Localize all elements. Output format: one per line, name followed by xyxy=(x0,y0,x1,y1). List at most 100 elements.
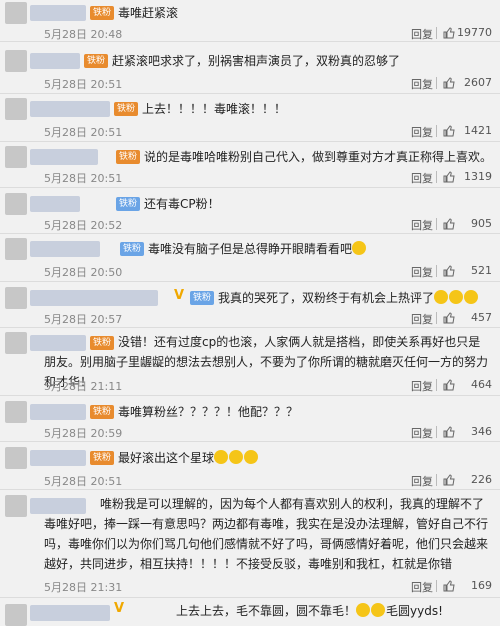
thumbs-up-icon[interactable] xyxy=(443,580,455,592)
comment-item: V 上去上去，毛不靠圆，圆不靠毛！ 毛圆yyds! xyxy=(0,598,500,626)
timestamp: 5月28日 20:51 xyxy=(44,172,123,185)
comment-text: 上去！！！！毒唯滚！！！ xyxy=(142,102,287,116)
reply-button[interactable]: 回复 xyxy=(411,170,433,186)
avatar[interactable] xyxy=(5,193,27,215)
username[interactable] xyxy=(30,101,110,117)
divider xyxy=(436,265,437,277)
reply-button[interactable]: 回复 xyxy=(411,124,433,140)
comment-text: 最好滚出这个星球 xyxy=(118,448,259,468)
username[interactable] xyxy=(30,290,158,306)
crying-emoji-icon xyxy=(214,450,229,464)
timestamp: 5月28日 20:51 xyxy=(44,475,123,488)
verified-icon: V xyxy=(114,601,125,616)
thumbs-up-icon[interactable] xyxy=(443,27,455,39)
comment-item: 铁粉 毒唯赶紧滚 5月28日 20:48 回复 19770 xyxy=(0,0,500,42)
avatar[interactable] xyxy=(5,2,27,24)
crying-emoji-icon xyxy=(229,450,244,464)
thumbs-up-icon[interactable] xyxy=(443,171,455,183)
avatar[interactable] xyxy=(5,287,27,309)
crying-emoji-icon xyxy=(434,290,449,304)
comment-item: 唯粉我是可以理解的，因为每个人都有喜欢别人的权利，我真的理解不了毒唯好吧，捧一踩… xyxy=(0,490,500,598)
thumbs-up-icon[interactable] xyxy=(443,312,455,324)
reply-button[interactable]: 回复 xyxy=(411,425,433,441)
comment-item: 铁粉 毒唯没有脑子但是总得睁开眼睛看看吧 5月28日 20:50 回复 521 xyxy=(0,234,500,282)
comment-item: 铁粉 赶紧滚吧求求了，别祸害相声演员了，双粉真的忍够了 5月28日 20:51 … xyxy=(0,42,500,94)
like-count: 464 xyxy=(471,378,492,391)
reply-button[interactable]: 回复 xyxy=(411,76,433,92)
thumbs-up-icon[interactable] xyxy=(443,379,455,391)
divider xyxy=(436,426,437,438)
timestamp: 5月28日 20:51 xyxy=(44,126,123,139)
avatar[interactable] xyxy=(5,401,27,423)
timestamp: 5月28日 20:57 xyxy=(44,313,123,326)
comment-text: 毒唯赶紧滚 xyxy=(118,6,179,20)
reply-button[interactable]: 回复 xyxy=(411,217,433,233)
comment-item: 铁粉 上去！！！！毒唯滚！！！ 5月28日 20:51 回复 1421 xyxy=(0,94,500,142)
fan-badge: 铁粉 xyxy=(90,6,115,20)
reply-button[interactable]: 回复 xyxy=(411,378,433,394)
like-count: 905 xyxy=(471,217,492,230)
avatar[interactable] xyxy=(5,447,27,469)
fan-badge: 铁粉 xyxy=(116,150,141,164)
divider xyxy=(436,474,437,486)
username[interactable] xyxy=(30,149,98,165)
fan-badge: 铁粉 xyxy=(190,291,215,305)
like-count: 19770 xyxy=(457,26,492,39)
timestamp: 5月28日 20:52 xyxy=(44,219,123,232)
divider xyxy=(436,312,437,324)
reply-button[interactable]: 回复 xyxy=(411,473,433,489)
avatar[interactable] xyxy=(5,98,27,120)
username[interactable] xyxy=(30,196,80,212)
comment-item: V 铁粉 我真的哭死了，双粉终于有机会上热评了 5月28日 20:57 回复 4… xyxy=(0,282,500,328)
thumbs-up-icon[interactable] xyxy=(443,77,455,89)
thumbs-up-icon[interactable] xyxy=(443,474,455,486)
comment-item: 铁粉 没错！还有过度cp的也滚，人家俩人就是搭档，即使关系再好也只是朋友。别用脑… xyxy=(0,328,500,396)
like-count: 457 xyxy=(471,311,492,324)
comment-text: 还有毒CP粉！ xyxy=(144,197,220,211)
fan-badge: 铁粉 xyxy=(114,102,139,116)
fan-badge: 铁粉 xyxy=(116,197,141,211)
username[interactable] xyxy=(30,5,86,21)
like-count: 1421 xyxy=(464,124,492,137)
verified-icon: V xyxy=(174,288,185,303)
username[interactable] xyxy=(30,53,80,69)
timestamp: 5月28日 20:59 xyxy=(44,427,123,440)
username[interactable] xyxy=(30,404,86,420)
avatar[interactable] xyxy=(5,50,27,72)
reply-button[interactable]: 回复 xyxy=(411,264,433,280)
avatar[interactable] xyxy=(5,332,27,354)
smile-emoji-icon xyxy=(356,603,371,617)
comment-item: 铁粉 说的是毒唯哈唯粉别自己代入，做到尊重对方才真正称得上喜欢。 5月28日 2… xyxy=(0,142,500,188)
avatar[interactable] xyxy=(5,146,27,168)
thumbs-up-icon[interactable] xyxy=(443,426,455,438)
thumbs-up-icon[interactable] xyxy=(443,265,455,277)
timestamp: 5月28日 20:51 xyxy=(44,78,123,91)
username[interactable] xyxy=(30,605,110,621)
comment-text: 说的是毒唯哈唯粉别自己代入，做到尊重对方才真正称得上喜欢。 xyxy=(144,150,493,164)
fan-badge: 铁粉 xyxy=(90,451,115,465)
username[interactable] xyxy=(30,450,86,466)
avatar[interactable] xyxy=(5,495,27,517)
like-count: 346 xyxy=(471,425,492,438)
comment-text: 毒唯没有脑子但是总得睁开眼睛看看吧 xyxy=(148,239,367,259)
crying-emoji-icon xyxy=(464,290,479,304)
divider xyxy=(436,77,437,89)
comment-text: 毒唯算粉丝？？？？！他配？？？ xyxy=(118,405,299,419)
thumbs-up-icon[interactable] xyxy=(443,218,455,230)
divider xyxy=(436,171,437,183)
reply-button[interactable]: 回复 xyxy=(411,26,433,42)
timestamp: 5月28日 21:31 xyxy=(44,581,123,594)
like-count: 226 xyxy=(471,473,492,486)
avatar[interactable] xyxy=(5,238,27,260)
avatar[interactable] xyxy=(5,604,27,626)
divider xyxy=(436,125,437,137)
comment-text: 唯粉我是可以理解的，因为每个人都有喜欢别人的权利，我真的理解不了毒唯好吧，捧一踩… xyxy=(44,497,489,571)
username[interactable] xyxy=(30,241,100,257)
smile-emoji-icon xyxy=(352,241,367,255)
crying-emoji-icon xyxy=(244,450,259,464)
divider xyxy=(436,379,437,391)
reply-button[interactable]: 回复 xyxy=(411,579,433,595)
like-count: 521 xyxy=(471,264,492,277)
thumbs-up-icon[interactable] xyxy=(443,125,455,137)
reply-button[interactable]: 回复 xyxy=(411,311,433,327)
